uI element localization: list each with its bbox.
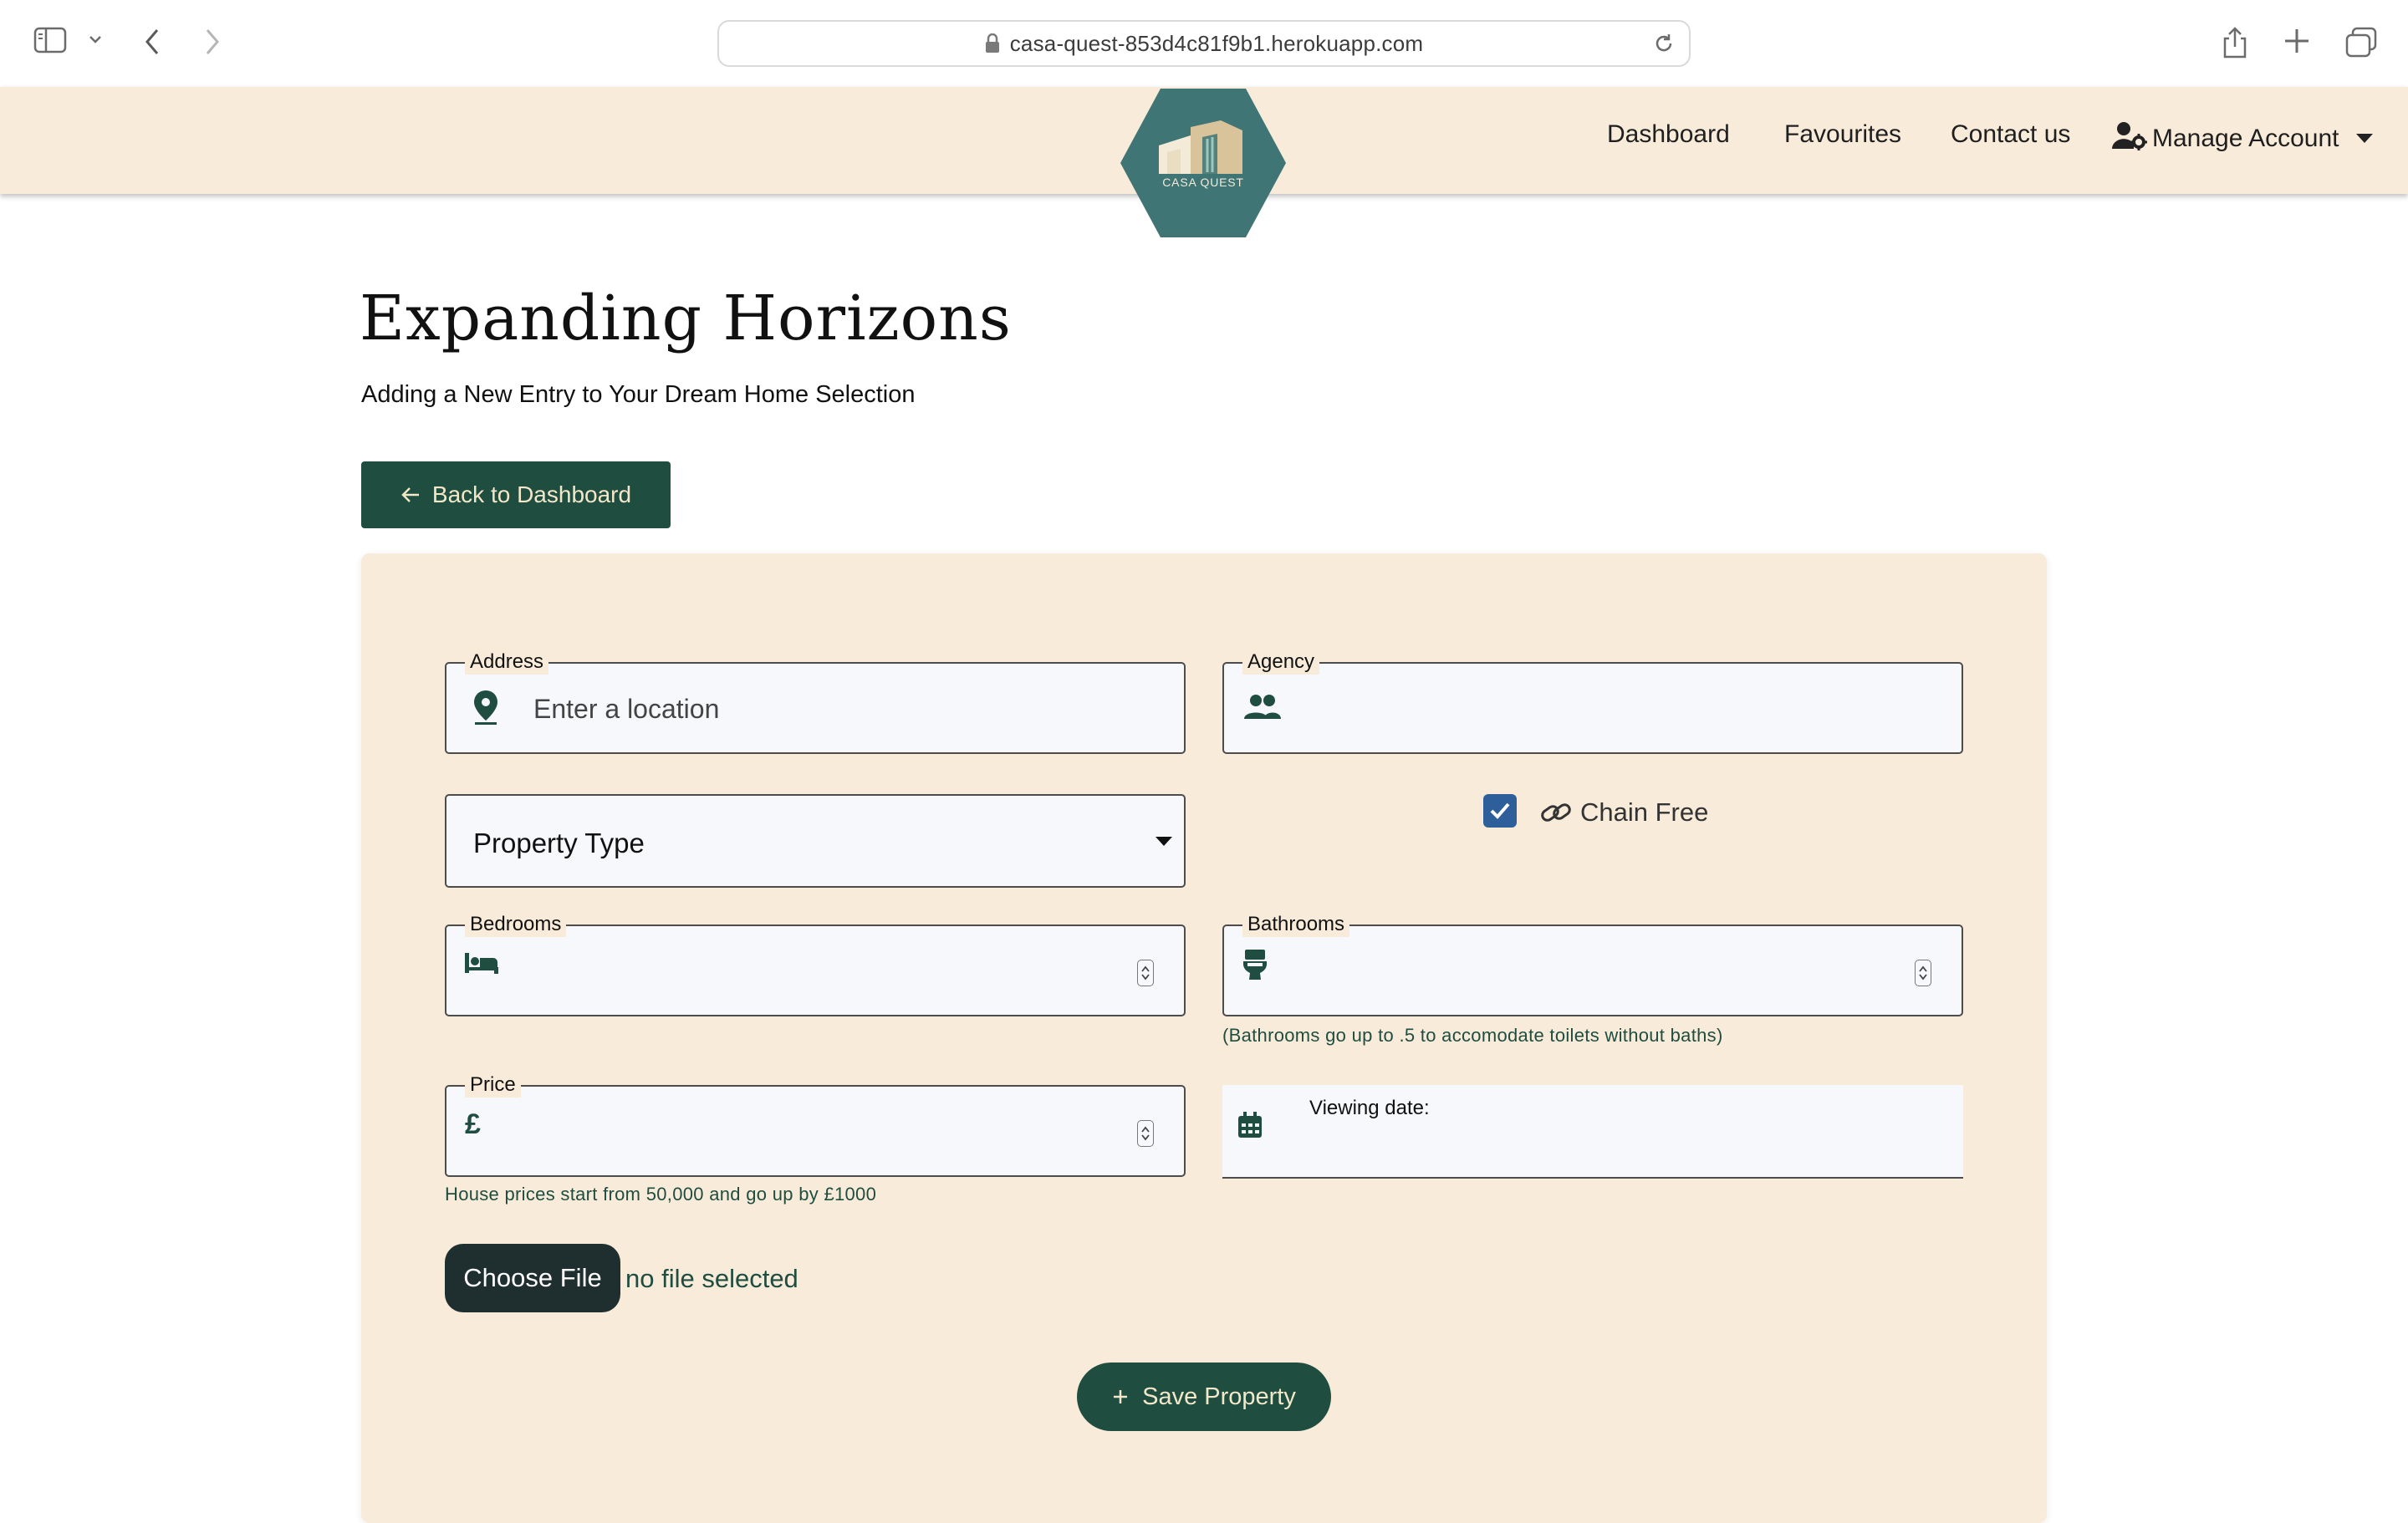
choose-file-button[interactable]: Choose File [445,1244,620,1312]
agency-label: Agency [1242,649,1320,675]
reload-icon[interactable] [1652,32,1676,55]
manage-account-dropdown[interactable]: Manage Account [2112,120,2373,157]
chevron-down-icon[interactable] [87,33,104,45]
price-label: Price [465,1072,521,1098]
bathrooms-stepper[interactable] [1915,960,1931,986]
pound-icon: £ [465,1108,481,1140]
bathrooms-help-text: (Bathrooms go up to .5 to accomodate toi… [1222,1025,1723,1046]
chain-free-checkbox[interactable] [1483,794,1517,828]
viewing-date-field[interactable]: Viewing date: [1222,1085,1963,1179]
bedrooms-label: Bedrooms [465,912,567,937]
browser-toolbar: casa-quest-853d4c81f9b1.herokuapp.com [0,0,2408,88]
toilet-icon [1242,950,1268,980]
people-icon [1244,694,1281,721]
nav-link-dashboard[interactable]: Dashboard [1607,120,1730,149]
bathrooms-field[interactable]: Bathrooms [1222,912,1963,1016]
logo-text: CASA QUEST [1162,176,1244,189]
url-text: casa-quest-853d4c81f9b1.herokuapp.com [1009,30,1424,56]
bed-icon [465,951,498,975]
agency-field[interactable]: Agency [1222,649,1963,754]
link-icon [1540,800,1572,825]
chain-free-label-group[interactable]: Chain Free [1540,797,1708,828]
calendar-icon [1237,1112,1263,1138]
chain-free-label: Chain Free [1580,797,1709,827]
page-subtitle: Adding a New Entry to Your Dream Home Se… [361,381,916,408]
back-arrow-icon[interactable] [142,27,164,57]
file-status-text: no file selected [625,1264,798,1293]
back-to-dashboard-button[interactable]: Back to Dashboard [361,461,671,528]
nav-link-favourites[interactable]: Favourites [1784,120,1901,149]
share-icon[interactable] [2221,25,2249,60]
plus-icon [1112,1388,1129,1405]
address-bar[interactable]: casa-quest-853d4c81f9b1.herokuapp.com [717,20,1691,67]
viewing-date-label: Viewing date: [1309,1097,1430,1119]
address-input[interactable]: Enter a location [533,694,719,725]
price-field[interactable]: Price £ [445,1072,1186,1177]
back-to-dashboard-label: Back to Dashboard [431,481,632,507]
address-label: Address [465,649,549,675]
bedrooms-field[interactable]: Bedrooms [445,912,1186,1016]
forward-arrow-icon[interactable] [201,27,222,57]
save-property-label: Save Property [1142,1383,1296,1410]
bathrooms-label: Bathrooms [1242,912,1350,937]
lock-icon [985,33,1000,53]
caret-down-icon [2355,134,2373,144]
new-tab-icon[interactable] [2283,27,2311,55]
address-field[interactable]: Address Enter a location [445,649,1186,754]
sidebar-icon[interactable] [33,27,67,53]
casa-quest-logo[interactable]: CASA QUEST [1119,87,1288,239]
property-type-select[interactable]: Property Type [445,794,1186,888]
select-caret-icon [1156,836,1172,851]
user-gear-icon [2112,120,2147,157]
nav-link-contact-us[interactable]: Contact us [1951,120,2070,149]
manage-account-label: Manage Account [2152,125,2339,152]
map-pin-icon [472,689,500,726]
bedrooms-stepper[interactable] [1137,960,1154,986]
tabs-overview-icon[interactable] [2344,27,2378,59]
save-property-button[interactable]: Save Property [1077,1363,1331,1431]
property-type-value: Property Type [473,828,645,858]
price-stepper[interactable] [1137,1120,1154,1147]
page-title: Expanding Horizons [360,283,1012,354]
arrow-left-icon [400,486,421,503]
price-help-text: House prices start from 50,000 and go up… [445,1184,877,1205]
